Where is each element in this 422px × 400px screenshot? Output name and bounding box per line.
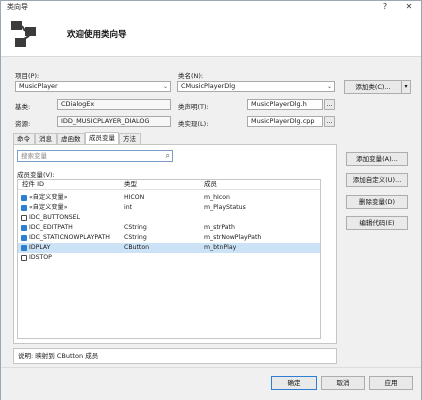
add-class-button[interactable]: 添加类(C)... xyxy=(344,80,402,94)
table-row[interactable]: IDC_STATICNOWPLAYPATH CString m_strNowPl… xyxy=(18,233,320,243)
control-icon xyxy=(21,225,27,231)
control-icon xyxy=(21,235,27,241)
table-row[interactable]: «自定义变量» int m_PlayStatus xyxy=(18,203,320,213)
project-label: 项目(P): xyxy=(15,72,40,80)
title-bar: 类向导 ? ✕ xyxy=(1,1,421,13)
chevron-down-icon: ⌄ xyxy=(162,83,168,90)
row-type: CString xyxy=(124,234,147,241)
row-member: m_hIcon xyxy=(204,194,230,201)
impl-browse-button[interactable]: … xyxy=(324,116,335,127)
description-bar: 说明: 映射到 CButton 成员 xyxy=(13,348,337,364)
tab-methods[interactable]: 方法 xyxy=(119,133,141,144)
table-row[interactable]: «自定义变量» HICON m_hIcon xyxy=(18,193,320,203)
row-member: m_strNowPlayPath xyxy=(204,234,262,241)
tab-virtual-functions[interactable]: 虚函数 xyxy=(57,133,85,144)
row-type: int xyxy=(124,204,133,211)
apply-button[interactable]: 应用 xyxy=(369,376,413,390)
base-field[interactable]: CDialogEx xyxy=(57,99,171,110)
tab-commands[interactable]: 命令 xyxy=(13,133,35,144)
row-id: «自定义变量» xyxy=(29,204,68,211)
wizard-heading: 欢迎使用类向导 xyxy=(67,30,127,40)
base-label: 基类: xyxy=(15,103,31,111)
tab-messages[interactable]: 消息 xyxy=(35,133,57,144)
table-row[interactable]: IDC_BUTTONSEL xyxy=(18,213,320,223)
row-type: HICON xyxy=(124,194,145,201)
control-icon xyxy=(21,245,27,251)
tab-member-variables[interactable]: 成员变量 xyxy=(85,132,119,144)
add-variable-button[interactable]: 添加变量(A)... xyxy=(346,152,408,166)
window-title: 类向导 xyxy=(7,3,28,11)
search-icon[interactable]: ⌕ xyxy=(166,151,170,161)
impl-field[interactable]: MusicPlayerDlg.cpp xyxy=(247,116,323,127)
ok-button[interactable]: 确定 xyxy=(271,376,317,390)
row-member: m_btnPlay xyxy=(204,244,237,251)
search-placeholder: 搜索变量 xyxy=(21,152,47,160)
col-id-header[interactable]: 控件 ID xyxy=(22,180,44,189)
wizard-header xyxy=(1,13,421,57)
close-button[interactable]: ✕ xyxy=(401,1,417,13)
table-row-selected[interactable]: IDPLAY CButton m_btnPlay xyxy=(18,243,320,253)
row-id: IDPLAY xyxy=(29,244,51,251)
chevron-down-icon: ⌄ xyxy=(326,83,332,90)
variable-icon xyxy=(21,205,27,211)
row-id: «自定义变量» xyxy=(29,194,68,201)
delete-variable-button[interactable]: 删除变量(D) xyxy=(346,195,408,209)
dropdown-arrow-icon: ▾ xyxy=(404,83,408,90)
declare-label: 类声明(T): xyxy=(178,103,209,111)
row-id: IDC_BUTTONSEL xyxy=(29,214,81,221)
row-id: IDC_EDITPATH xyxy=(29,224,73,231)
control-icon xyxy=(21,255,27,261)
help-button[interactable]: ? xyxy=(377,1,393,13)
row-member: m_PlayStatus xyxy=(204,204,246,211)
table-row[interactable]: IDSTOP xyxy=(18,253,320,263)
declare-browse-button[interactable]: … xyxy=(324,99,335,110)
row-type: CButton xyxy=(124,244,150,251)
classname-combo[interactable]: CMusicPlayerDlg ⌄ xyxy=(177,81,335,92)
row-id: IDC_STATICNOWPLAYPATH xyxy=(29,234,110,241)
row-id: IDSTOP xyxy=(29,254,52,261)
search-input[interactable]: 搜索变量 ⌕ xyxy=(17,150,173,162)
resource-label: 资源: xyxy=(15,120,31,128)
control-icon xyxy=(21,215,27,221)
members-grid: 控件 ID 类型 成员 «自定义变量» HICON m_hIcon «自定义变量… xyxy=(17,179,321,339)
cancel-button[interactable]: 取消 xyxy=(321,376,365,390)
col-member-header[interactable]: 成员 xyxy=(204,180,217,189)
wizard-logo-icon xyxy=(11,21,36,47)
project-combo[interactable]: MusicPlayer ⌄ xyxy=(15,81,171,92)
grid-header: 控件 ID 类型 成员 xyxy=(18,180,320,190)
classname-label: 类名(N): xyxy=(178,72,204,80)
declare-field[interactable]: MusicPlayerDlg.h xyxy=(247,99,323,110)
add-class-dropdown[interactable]: ▾ xyxy=(401,80,411,94)
add-custom-button[interactable]: 添加自定义(U)... xyxy=(346,173,408,187)
variable-icon xyxy=(21,195,27,201)
classname-value: CMusicPlayerDlg xyxy=(181,82,236,90)
col-type-header[interactable]: 类型 xyxy=(124,180,137,189)
members-label: 成员变量(V): xyxy=(17,171,55,179)
impl-label: 类实现(L): xyxy=(178,120,209,128)
project-value: MusicPlayer xyxy=(19,82,58,90)
row-type: CString xyxy=(124,224,147,231)
table-row[interactable]: IDC_EDITPATH CString m_strPath xyxy=(18,223,320,233)
class-wizard-window: 类向导 ? ✕ 欢迎使用类向导 项目(P): 类名(N): MusicPlaye… xyxy=(0,0,422,400)
resource-field[interactable]: IDD_MUSICPLAYER_DIALOG xyxy=(57,116,171,127)
row-member: m_strPath xyxy=(204,224,235,231)
edit-code-button[interactable]: 编辑代码(E) xyxy=(346,216,408,230)
